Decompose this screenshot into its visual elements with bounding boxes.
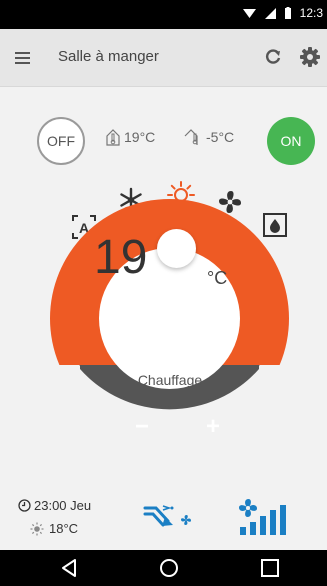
back-icon[interactable]: [57, 557, 81, 579]
indoor-thermometer-icon: [106, 129, 120, 146]
clock-icon: [18, 499, 31, 512]
status-bar: 12:3: [0, 0, 327, 29]
setpoint-value: 19: [94, 231, 148, 284]
refresh-icon[interactable]: [262, 46, 284, 68]
wifi-icon: [242, 8, 256, 18]
recents-icon[interactable]: [258, 557, 282, 579]
off-button[interactable]: OFF: [37, 117, 85, 165]
battery-icon: [284, 7, 291, 19]
menu-icon[interactable]: [14, 49, 34, 67]
increase-button[interactable]: +: [198, 412, 228, 442]
signal-icon: [264, 7, 276, 19]
gear-icon[interactable]: [298, 45, 322, 69]
schedule-time: 23:00 Jeu: [18, 498, 91, 513]
dial-knob[interactable]: [157, 229, 196, 268]
on-button[interactable]: ON: [267, 117, 315, 165]
room-title: Salle à manger: [58, 48, 159, 65]
schedule-temp-text: 18°C: [49, 521, 79, 536]
sun-small-icon: [30, 522, 44, 535]
outdoor-thermometer-icon: [184, 129, 198, 145]
home-icon[interactable]: [157, 557, 181, 579]
decrease-button[interactable]: −: [127, 412, 157, 442]
indoor-temp-value: 19°C: [124, 129, 156, 145]
schedule-temp: 18°C: [30, 521, 78, 536]
setpoint-unit: °C: [207, 268, 228, 288]
outdoor-temp-value: -5°C: [206, 129, 235, 145]
indoor-temperature: 19°C: [106, 128, 155, 146]
outdoor-temperature: -5°C: [184, 128, 234, 146]
swing-icon[interactable]: [143, 503, 203, 529]
fan-speed-icon[interactable]: [234, 497, 294, 537]
clock: 12:3: [299, 6, 323, 20]
app-toolbar: Salle à manger: [0, 29, 327, 87]
schedule-time-text: 23:00 Jeu: [34, 498, 92, 513]
system-nav-bar: [0, 550, 327, 586]
mode-label: Chauffage: [137, 372, 203, 388]
